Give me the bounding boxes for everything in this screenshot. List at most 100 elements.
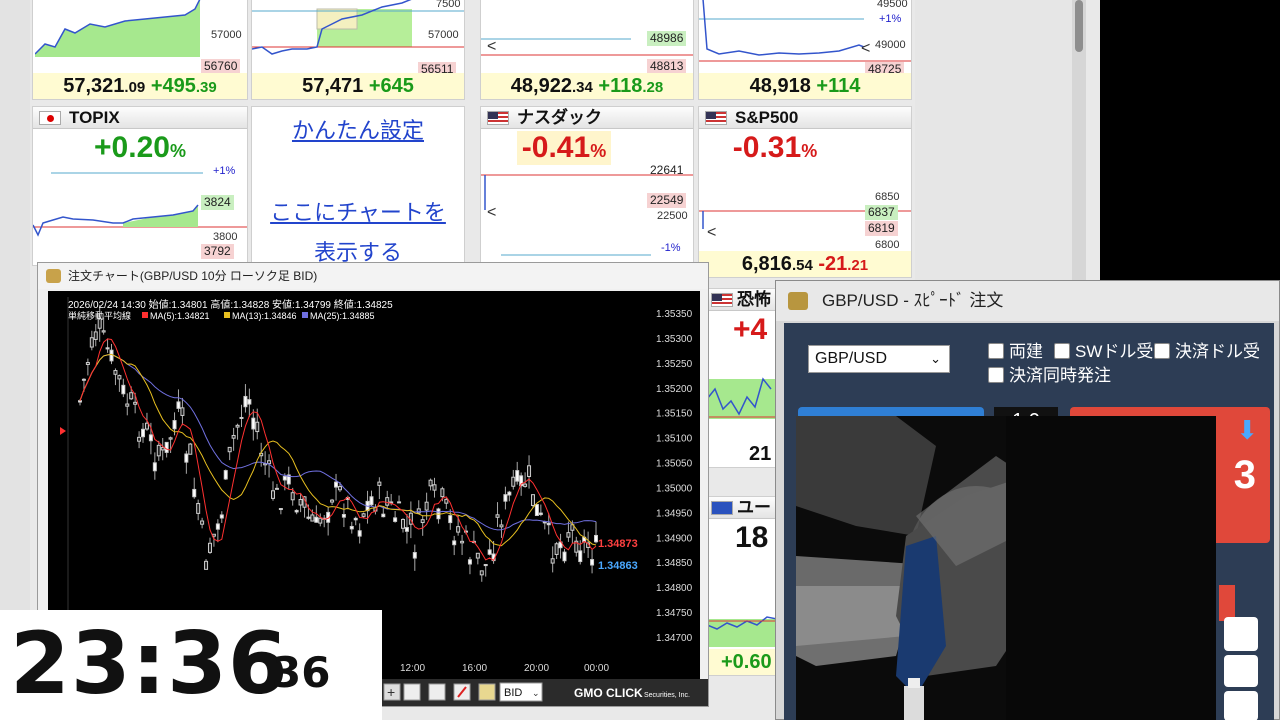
price: 48,918 — [749, 75, 811, 97]
candle-body — [137, 436, 142, 442]
pct-unit: % — [169, 141, 186, 161]
change: +495 — [150, 75, 196, 97]
checkbox-label: 決済同時発注 — [1009, 366, 1111, 385]
x-tick-label: 00:00 — [584, 663, 609, 674]
pct-value: -0.31 — [732, 131, 802, 164]
tile-euro[interactable]: ユー 18 +0.60 — [706, 496, 778, 676]
candle-body — [274, 487, 279, 490]
add-chart-link[interactable]: ここにチャートを — [252, 195, 464, 227]
tile-header: ナスダック — [481, 107, 693, 129]
app-icon — [788, 292, 808, 310]
tile-nikkei-cfd[interactable]: 57000 56760 57,321.09 +495.39 — [32, 0, 248, 100]
x-tick-label: 16:00 — [462, 663, 487, 674]
candle-body — [334, 481, 339, 488]
easy-setup-link[interactable]: かんたん設定 — [252, 113, 464, 145]
input-field[interactable] — [1224, 617, 1258, 651]
candle-body — [341, 514, 346, 518]
candle-body — [503, 494, 508, 502]
candle-body — [530, 494, 535, 506]
candle-body — [495, 514, 500, 518]
checkbox-box[interactable] — [1154, 343, 1170, 359]
input-field[interactable] — [1224, 655, 1258, 687]
candle-body — [440, 488, 445, 498]
sell-edge — [1219, 585, 1235, 621]
index-name: ナスダック — [517, 108, 602, 127]
candle-body — [192, 488, 197, 498]
svg-text:<: < — [487, 204, 496, 221]
brand-sub: Securities, Inc. — [644, 692, 690, 699]
y-tick-label: 1.35300 — [656, 334, 693, 345]
candle-body — [590, 559, 595, 566]
candle-body — [562, 551, 567, 562]
clock-seconds: 36 — [272, 648, 331, 697]
tile-sp500[interactable]: S&P500 -0.31% < 6850 6837 6819 6800 6,81… — [698, 106, 912, 278]
tile-nasdaq[interactable]: ナスダック -0.41% < 22641 22549 22500 -1% — [480, 106, 694, 266]
us-flag-icon — [487, 111, 509, 125]
input-field[interactable] — [1224, 691, 1258, 720]
tile-topix[interactable]: TOPIX +0.20% +1% 3824 3800 3792 — [32, 106, 248, 266]
candle-body — [361, 513, 366, 517]
candle-body — [93, 331, 98, 340]
candle-body — [412, 552, 417, 559]
tile-nikkei-futures[interactable]: 7500 57000 56511 57,471 +645 — [251, 0, 465, 100]
candle-body — [219, 514, 224, 519]
y-tick-label: 1.35200 — [656, 384, 693, 395]
candle-body — [385, 497, 390, 506]
y-tick-label: 1.35350 — [656, 309, 693, 320]
ma5-label: MA(5):1.34821 — [150, 311, 210, 321]
candle-body — [160, 447, 165, 451]
settle-dollar-checkbox[interactable]: 決済ドル受 — [1154, 337, 1260, 362]
draw-icon[interactable] — [403, 683, 421, 701]
pct-label: +1% — [213, 165, 236, 177]
ma-legend-title: 単純移動平均線 — [68, 310, 131, 321]
sw-dollar-checkbox[interactable]: SWドル受 — [1054, 337, 1153, 362]
index-name: 恐怖 — [737, 290, 771, 309]
hedge-checkbox[interactable]: 両建 — [988, 337, 1043, 362]
change-percent: +4 — [733, 313, 767, 347]
checkbox-box[interactable] — [988, 367, 1004, 383]
axis-label: 22500 — [657, 210, 688, 222]
tile-header: S&P500 — [699, 107, 911, 129]
axis-label: 6850 — [875, 191, 900, 203]
board-empty-area — [915, 0, 1075, 280]
candle-body — [400, 518, 405, 529]
board-scrollbar[interactable] — [1072, 0, 1086, 280]
pct-value: +4 — [733, 313, 768, 346]
candle-body — [89, 337, 94, 348]
candle-body — [444, 498, 449, 504]
price-decimal: .34 — [571, 79, 593, 96]
tile-dow-cfd[interactable]: < 49500 +1% 49000 48725 48,918 +114 — [698, 0, 912, 100]
candle-body — [578, 550, 583, 563]
candle-body — [78, 400, 82, 403]
change-decimal: .21 — [847, 257, 869, 274]
price: 48,922 — [510, 75, 572, 97]
change-percent: -0.31% — [699, 131, 851, 165]
candle-body — [247, 399, 252, 405]
note-icon[interactable] — [428, 683, 446, 701]
scrollbar-thumb[interactable] — [1075, 0, 1083, 52]
change: +114 — [816, 75, 861, 97]
change-percent: -0.41% — [517, 131, 611, 165]
candle-body — [231, 434, 236, 439]
candle-body — [117, 375, 122, 380]
axis-label: 57000 — [211, 29, 242, 41]
index-name: S&P500 — [735, 108, 799, 127]
currency-pair-select[interactable]: GBP/USD ⌄ — [808, 345, 950, 373]
image-icon[interactable] — [478, 683, 496, 701]
checkbox-box[interactable] — [1054, 343, 1070, 359]
candle-body — [144, 422, 149, 430]
high-tag: 48986 — [647, 31, 687, 46]
axis-label: 57000 — [428, 29, 459, 41]
candle-body — [357, 530, 362, 537]
checkbox-box[interactable] — [988, 343, 1004, 359]
tile-footer: 21 — [707, 441, 777, 467]
candle-body — [377, 481, 382, 486]
brand-logo: GMO CLICK — [574, 686, 643, 700]
settle-simultaneous-checkbox[interactable]: 決済同時発注 — [988, 361, 1111, 386]
candle-body — [148, 434, 153, 442]
tile-footer: 48,918 +114 — [699, 73, 911, 99]
tile-dow[interactable]: < 48986 48813 48,922.34 +118.28 — [480, 0, 694, 100]
price: 21 — [749, 443, 772, 465]
tile-vix[interactable]: 恐怖 +4 21 — [706, 288, 778, 468]
candle-body — [550, 558, 555, 564]
